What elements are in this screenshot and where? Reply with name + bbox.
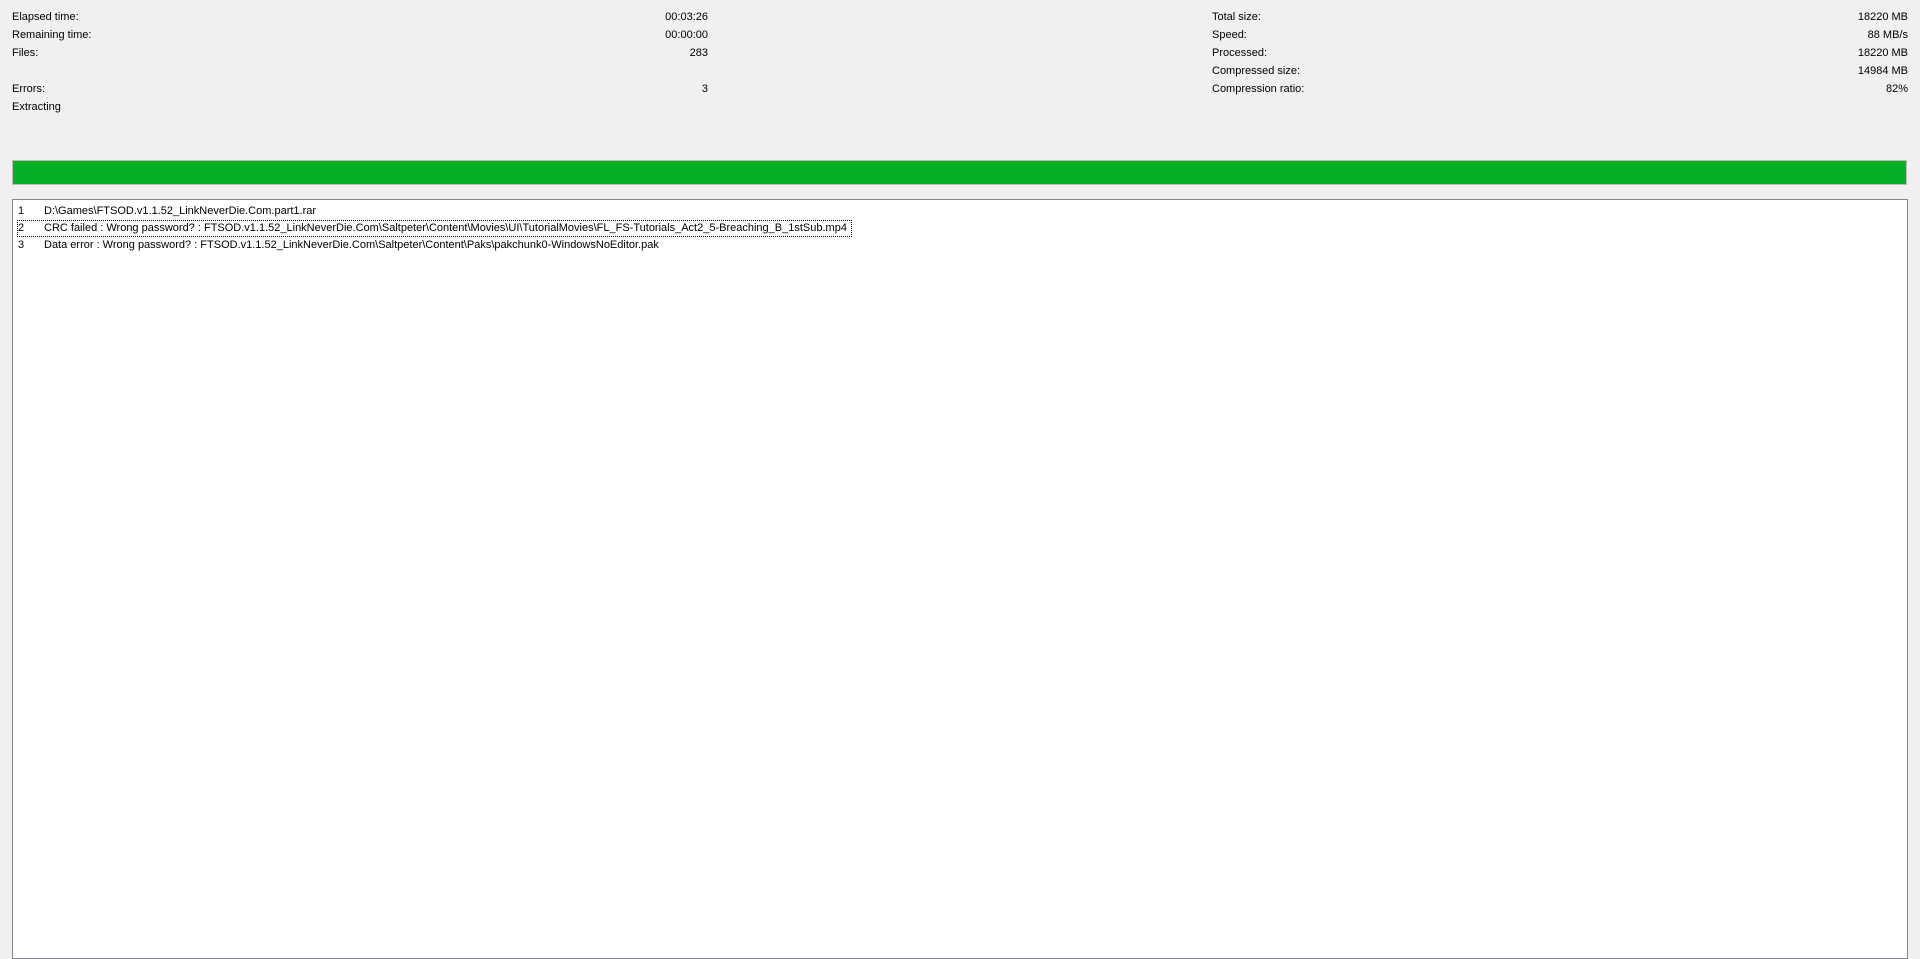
stat-label: Remaining time:: [12, 29, 92, 41]
stat-compression-ratio: Compression ratio: 82%: [1212, 82, 1908, 97]
stat-processed: Processed: 18220 MB: [1212, 46, 1908, 61]
stat-label: Speed:: [1212, 29, 1247, 41]
stat-label: Files:: [12, 47, 39, 59]
log-row-number: 1: [18, 205, 25, 217]
stat-value: 14984 MB: [1857, 65, 1908, 77]
log-row[interactable]: 1 D:\Games\FTSOD.v1.1.52_LinkNeverDie.Com…: [18, 204, 320, 219]
stat-label: Total size:: [1212, 11, 1261, 23]
stats-panel: Elapsed time: 00:03:26 Remaining time: 0…: [0, 0, 1920, 160]
operation-status: Extracting: [12, 101, 61, 113]
log-row-number: 2: [18, 222, 25, 234]
stat-value: 18220 MB: [1857, 47, 1908, 59]
stat-value: 3: [701, 83, 708, 95]
stat-errors: Errors: 3: [12, 82, 708, 97]
stat-value: 82%: [1885, 83, 1908, 95]
log-row-message: Data error : Wrong password? : FTSOD.v1.…: [44, 239, 659, 251]
log-row[interactable]: 3 Data error : Wrong password? : FTSOD.v1…: [18, 238, 663, 253]
stat-value: 00:00:00: [665, 29, 708, 41]
log-row-message: D:\Games\FTSOD.v1.1.52_LinkNeverDie.Com.…: [44, 205, 317, 217]
stat-speed: Speed: 88 MB/s: [1212, 28, 1908, 43]
stat-elapsed-time: Elapsed time: 00:03:26: [12, 10, 708, 25]
error-log-list[interactable]: 1 D:\Games\FTSOD.v1.1.52_LinkNeverDie.Com…: [12, 199, 1908, 959]
stat-label: Compressed size:: [1212, 65, 1301, 77]
stat-remaining-time: Remaining time: 00:00:00: [12, 28, 708, 43]
stat-compressed-size: Compressed size: 14984 MB: [1212, 64, 1908, 79]
stat-value: 18220 MB: [1857, 11, 1908, 23]
stat-value: 00:03:26: [665, 11, 708, 23]
progress-bar: [12, 160, 1907, 185]
stat-label: Processed:: [1212, 47, 1268, 59]
stat-label: Compression ratio:: [1212, 83, 1305, 95]
stat-files: Files: 283: [12, 46, 708, 61]
log-row-message: CRC failed : Wrong password? : FTSOD.v1.…: [44, 222, 847, 234]
stat-value: 283: [689, 47, 708, 59]
progress-fill: [13, 161, 1906, 184]
stat-label: Errors:: [12, 83, 45, 95]
log-row-selected[interactable]: 2 CRC failed : Wrong password? : FTSOD.v1…: [17, 220, 852, 237]
stat-total-size: Total size: 18220 MB: [1212, 10, 1908, 25]
stat-label: Elapsed time:: [12, 11, 79, 23]
log-row-number: 3: [18, 239, 25, 251]
stat-value: 88 MB/s: [1867, 29, 1908, 41]
